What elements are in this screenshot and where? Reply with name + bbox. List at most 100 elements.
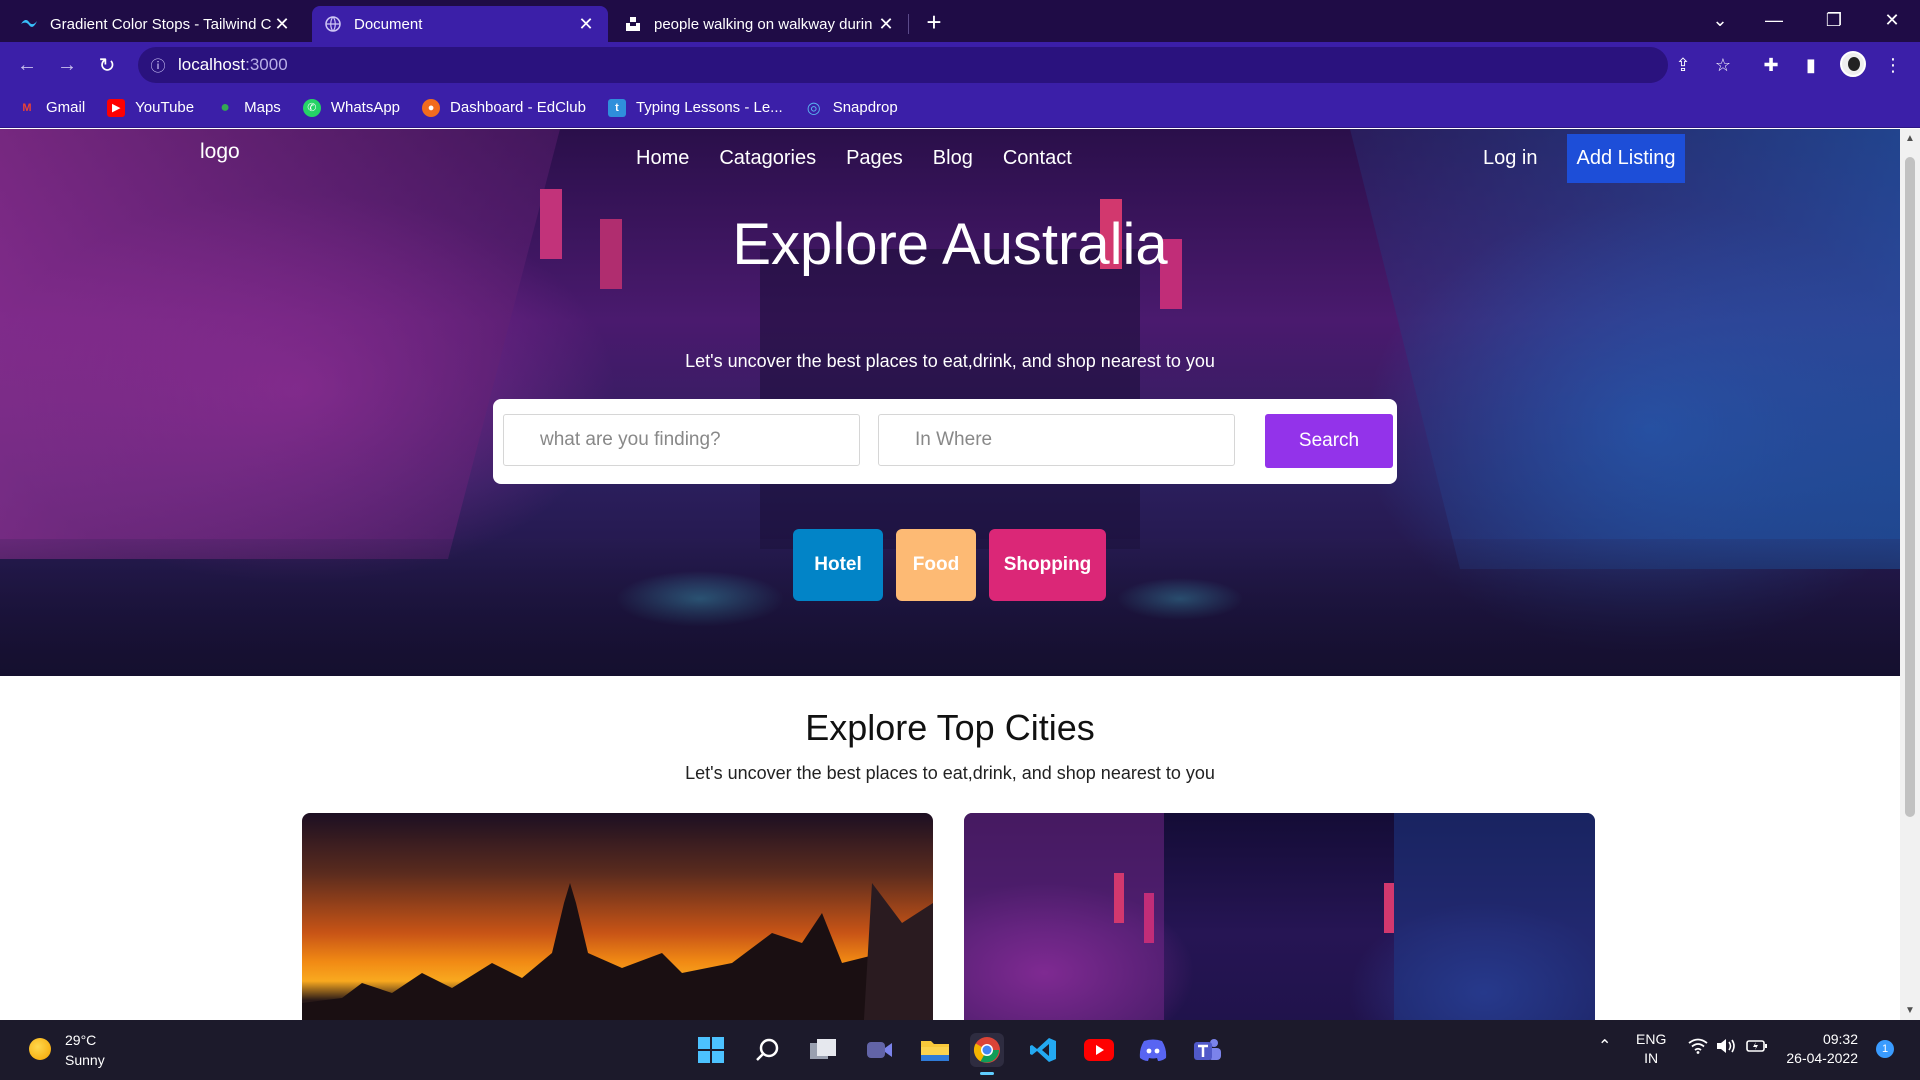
section-title: Explore Top Cities: [805, 707, 1095, 748]
clock-date: 26-04-2022: [1786, 1050, 1858, 1066]
category-hotel-button[interactable]: Hotel: [793, 529, 883, 601]
close-tab-icon[interactable]: ✕: [876, 14, 896, 35]
bookmark-typing-lessons[interactable]: t Typing Lessons - Le...: [607, 98, 783, 117]
scroll-down-icon[interactable]: ▼: [1900, 1005, 1920, 1016]
vscode-icon[interactable]: [1026, 1033, 1060, 1067]
city-card[interactable]: [302, 813, 933, 1020]
sun-icon[interactable]: [29, 1038, 51, 1060]
building-left: [0, 129, 560, 559]
youtube-icon: ▶: [107, 98, 126, 117]
tab-separator: [908, 14, 909, 34]
typing-icon: t: [607, 98, 626, 117]
tab-tailwind[interactable]: Gradient Color Stops - Tailwind C ✕: [8, 6, 304, 42]
meet-icon[interactable]: [862, 1033, 896, 1067]
wifi-icon[interactable]: [1688, 1038, 1708, 1057]
teams-icon[interactable]: [1190, 1033, 1224, 1067]
city-card[interactable]: [964, 813, 1595, 1020]
menu-icon[interactable]: ⋮: [1878, 50, 1908, 80]
login-link[interactable]: Log in: [1483, 147, 1538, 170]
tailwind-icon: [20, 15, 38, 33]
extensions-icon[interactable]: ✚: [1756, 50, 1786, 80]
forward-icon[interactable]: →: [52, 50, 82, 80]
city-skyline-image: [302, 883, 933, 1020]
browser-toolbar: ← → ↻ ⓘ localhost:3000 ⇪ ☆ ✚ ▮ ⋮: [0, 42, 1920, 88]
new-tab-button[interactable]: +: [918, 6, 950, 38]
chevron-up-icon[interactable]: ⌃: [1598, 1036, 1611, 1056]
bookmark-maps[interactable]: ● Maps: [216, 99, 281, 117]
language-indicator[interactable]: ENG IN: [1636, 1030, 1666, 1068]
volume-icon[interactable]: [1716, 1037, 1738, 1058]
tab-search-icon[interactable]: ⌄: [1692, 0, 1748, 40]
battery-icon[interactable]: [1746, 1038, 1768, 1057]
scroll-up-icon[interactable]: ▲: [1900, 133, 1920, 144]
where-search-input[interactable]: [878, 414, 1235, 466]
edclub-icon: ●: [422, 98, 441, 117]
site-info-icon[interactable]: ⓘ: [138, 55, 178, 76]
discord-icon[interactable]: [1136, 1033, 1170, 1067]
bookmark-gmail[interactable]: M Gmail: [18, 99, 85, 117]
add-listing-button[interactable]: Add Listing: [1567, 134, 1685, 183]
tab-title: people walking on walkway durin: [654, 15, 873, 33]
restore-icon[interactable]: ❐: [1806, 0, 1862, 40]
url-text: localhost:3000: [178, 55, 288, 74]
taskbar: 29°C Sunny ⌃ ENG IN 09:32 26-04-2022: [0, 1020, 1920, 1080]
hero-title: Explore Australia: [732, 212, 1168, 277]
site-logo[interactable]: logo: [200, 140, 240, 164]
hero-subtitle: Let's uncover the best places to eat,dri…: [685, 351, 1215, 371]
search-icon[interactable]: [750, 1033, 784, 1067]
unsplash-icon: [624, 15, 642, 33]
chrome-icon[interactable]: [970, 1033, 1004, 1075]
task-view-icon[interactable]: [806, 1033, 840, 1067]
back-icon[interactable]: ←: [12, 50, 42, 80]
category-shopping-button[interactable]: Shopping: [989, 529, 1106, 601]
gmail-icon: M: [22, 101, 32, 114]
weather-temperature[interactable]: 29°C: [65, 1032, 96, 1048]
file-explorer-icon[interactable]: [918, 1033, 952, 1067]
hero-section: logo Home Catagories Pages Blog Contact …: [0, 129, 1900, 676]
bookmark-youtube[interactable]: ▶ YouTube: [107, 98, 194, 117]
close-tab-icon[interactable]: ✕: [576, 14, 596, 35]
search-box: Search: [493, 399, 1397, 484]
share-icon[interactable]: ⇪: [1668, 50, 1698, 80]
scrollbar-thumb[interactable]: [1905, 157, 1915, 817]
side-panel-icon[interactable]: ▮: [1796, 50, 1826, 80]
page-viewport: logo Home Catagories Pages Blog Contact …: [0, 129, 1900, 1020]
clock-time: 09:32: [1822, 1031, 1858, 1047]
what-search-input[interactable]: [503, 414, 860, 466]
nav-blog[interactable]: Blog: [933, 147, 973, 170]
bookmarks-bar: M Gmail ▶ YouTube ● Maps ✆ WhatsApp ● Da…: [0, 88, 1920, 128]
clock[interactable]: 09:32 26-04-2022: [1786, 1030, 1858, 1068]
bookmark-star-icon[interactable]: ☆: [1708, 50, 1738, 80]
minimize-icon[interactable]: —: [1746, 0, 1802, 40]
close-window-icon[interactable]: ✕: [1864, 0, 1920, 40]
bookmark-whatsapp[interactable]: ✆ WhatsApp: [302, 98, 400, 117]
reload-icon[interactable]: ↻: [92, 50, 122, 80]
maps-icon: ●: [220, 98, 230, 116]
city-street-image: [964, 813, 1595, 1020]
tab-strip: Gradient Color Stops - Tailwind C ✕ Docu…: [0, 0, 1920, 42]
search-button[interactable]: Search: [1265, 414, 1393, 468]
profile-avatar[interactable]: [1840, 51, 1866, 77]
nav-pages[interactable]: Pages: [846, 147, 903, 170]
start-icon[interactable]: [694, 1033, 728, 1067]
section-subtitle: Let's uncover the best places to eat,dri…: [685, 763, 1215, 783]
close-tab-icon[interactable]: ✕: [272, 14, 292, 35]
tab-document[interactable]: Document ✕: [312, 6, 608, 42]
page-scrollbar[interactable]: ▲ ▼: [1900, 129, 1920, 1020]
main-nav: Home Catagories Pages Blog Contact: [636, 147, 1072, 170]
category-food-button[interactable]: Food: [896, 529, 976, 601]
snapdrop-icon: ◎: [806, 99, 821, 117]
nav-home[interactable]: Home: [636, 147, 689, 170]
youtube-icon[interactable]: [1082, 1033, 1116, 1067]
building-right: [1350, 129, 1900, 569]
bookmark-edclub[interactable]: ● Dashboard - EdClub: [422, 98, 586, 117]
bookmark-snapdrop[interactable]: ◎ Snapdrop: [805, 99, 898, 117]
notification-badge[interactable]: 1: [1876, 1040, 1894, 1058]
nav-catagories[interactable]: Catagories: [719, 147, 816, 170]
weather-description[interactable]: Sunny: [65, 1052, 105, 1068]
tab-unsplash[interactable]: people walking on walkway durin ✕: [612, 6, 908, 42]
globe-icon: [324, 15, 342, 33]
tab-title: Gradient Color Stops - Tailwind C: [50, 15, 272, 33]
address-bar[interactable]: ⓘ localhost:3000: [138, 47, 1668, 83]
nav-contact[interactable]: Contact: [1003, 147, 1072, 170]
